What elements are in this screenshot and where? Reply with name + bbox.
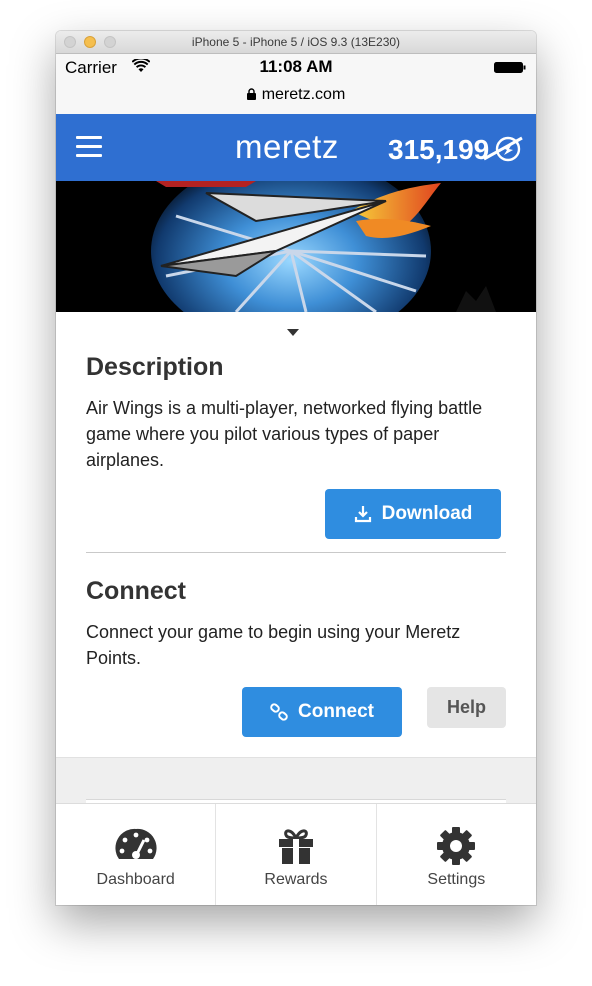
- download-button[interactable]: Download: [325, 489, 501, 539]
- connect-heading: Connect: [86, 577, 186, 605]
- connect-label: Connect: [298, 701, 374, 722]
- dashboard-icon: [115, 828, 157, 859]
- meretz-points-icon: [483, 136, 523, 162]
- simulator-window: iPhone 5 - iPhone 5 / iOS 9.3 (13E230) C…: [56, 31, 536, 905]
- tab-rewards[interactable]: Rewards: [216, 804, 377, 905]
- app-header: meretz 315,199: [56, 114, 536, 181]
- help-button[interactable]: Help: [427, 687, 506, 728]
- tab-rewards-label: Rewards: [264, 871, 328, 888]
- connect-button[interactable]: Connect: [242, 687, 402, 737]
- address-bar[interactable]: meretz.com: [56, 78, 536, 115]
- gift-icon: [278, 829, 313, 864]
- download-label: Download: [381, 503, 473, 524]
- bottom-tab-bar: Dashboard Rewards Settings: [56, 803, 536, 905]
- window-title: iPhone 5 - iPhone 5 / iOS 9.3 (13E230): [191, 35, 401, 49]
- connect-text: Connect your game to begin using your Me…: [86, 622, 461, 668]
- battery-icon: [494, 62, 526, 73]
- caret-down-icon[interactable]: [287, 329, 299, 337]
- content-gap: [56, 757, 536, 804]
- lock-icon: [246, 88, 256, 100]
- description-heading: Description: [86, 353, 224, 381]
- section-divider: [86, 552, 506, 553]
- gear-icon: [437, 827, 476, 865]
- url-text: meretz.com: [261, 86, 346, 103]
- hamburger-menu-icon[interactable]: [76, 136, 102, 160]
- tab-settings-label: Settings: [427, 871, 486, 888]
- link-icon: [270, 703, 288, 721]
- points-balance: 315,199: [388, 134, 490, 165]
- tab-dashboard-label: Dashboard: [96, 871, 175, 888]
- game-banner-image: [56, 181, 536, 312]
- tab-dashboard[interactable]: Dashboard: [56, 804, 217, 905]
- ios-status-bar: Carrier 11:08 AM: [56, 54, 536, 78]
- download-icon: [354, 506, 371, 523]
- brand-logo[interactable]: meretz: [235, 128, 339, 166]
- window-titlebar: iPhone 5 - iPhone 5 / iOS 9.3 (13E230): [56, 31, 536, 54]
- tab-settings[interactable]: Settings: [377, 804, 536, 905]
- description-text: Air Wings is a multi-player, networked f…: [86, 398, 483, 470]
- status-time: 11:08 AM: [259, 57, 333, 76]
- air-wings-logo-image: [56, 181, 536, 312]
